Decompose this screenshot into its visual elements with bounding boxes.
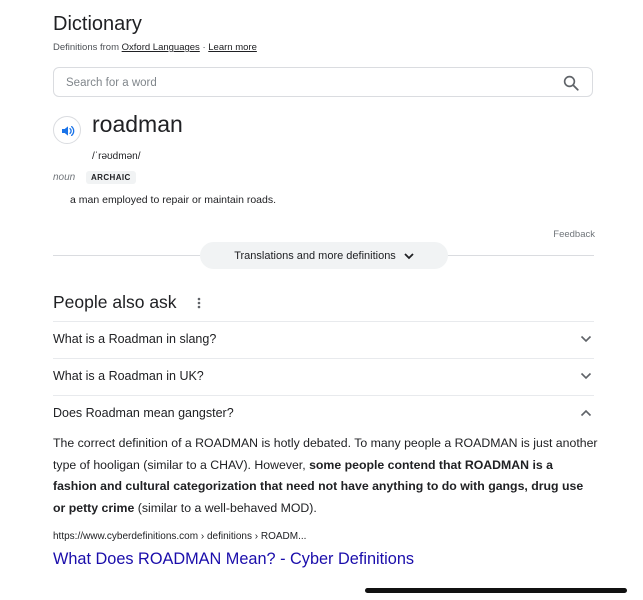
chevron-down-icon: [580, 372, 592, 380]
dictionary-source-line: Definitions from Oxford Languages · Lear…: [53, 42, 257, 53]
more-options-icon[interactable]: [194, 295, 204, 311]
question-text: What is a Roadman in slang?: [53, 332, 217, 346]
oxford-languages-link[interactable]: Oxford Languages: [122, 42, 200, 53]
chevron-up-icon: [580, 409, 592, 417]
chevron-down-icon: [580, 335, 592, 343]
source-url: https://www.cyberdefinitions.com › defin…: [53, 531, 307, 542]
question-text: Does Roadman mean gangster?: [53, 406, 234, 420]
feedback-link[interactable]: Feedback: [553, 229, 595, 240]
question-row[interactable]: What is a Roadman in slang?: [53, 321, 594, 358]
question-row[interactable]: What is a Roadman in UK?: [53, 358, 594, 395]
people-also-ask-title: People also ask: [53, 292, 177, 312]
translations-button-label: Translations and more definitions: [234, 249, 396, 262]
speaker-icon: [62, 126, 75, 136]
dictionary-title: Dictionary: [53, 13, 142, 35]
phonetic-spelling: /ˈrəʊdmən/: [92, 151, 141, 162]
definition-text: a man employed to repair or maintain roa…: [70, 194, 277, 206]
translations-button[interactable]: Translations and more definitions: [200, 242, 448, 269]
word-search-box[interactable]: [53, 67, 593, 97]
headword: roadman: [92, 111, 183, 137]
question-row-expanded[interactable]: Does Roadman mean gangster?: [53, 395, 594, 431]
chevron-down-icon: [404, 252, 414, 259]
search-icon[interactable]: [562, 74, 580, 92]
usage-badge: ARCHAIC: [86, 171, 136, 184]
pronunciation-speaker-button[interactable]: [53, 116, 81, 144]
home-indicator[interactable]: [365, 588, 627, 593]
question-text: What is a Roadman in UK?: [53, 369, 204, 383]
answer-text-end: (similar to a well-behaved MOD).: [134, 500, 317, 515]
part-of-speech: noun: [53, 172, 76, 183]
cut-off-content: [53, 594, 353, 600]
answer-snippet: The correct definition of a ROADMAN is h…: [53, 433, 598, 519]
search-input[interactable]: [66, 74, 546, 92]
separator: ·: [199, 42, 209, 53]
source-prefix: Definitions from: [53, 42, 122, 53]
learn-more-link[interactable]: Learn more: [208, 42, 257, 53]
source-title-link[interactable]: What Does ROADMAN Mean? - Cyber Definiti…: [53, 550, 414, 569]
